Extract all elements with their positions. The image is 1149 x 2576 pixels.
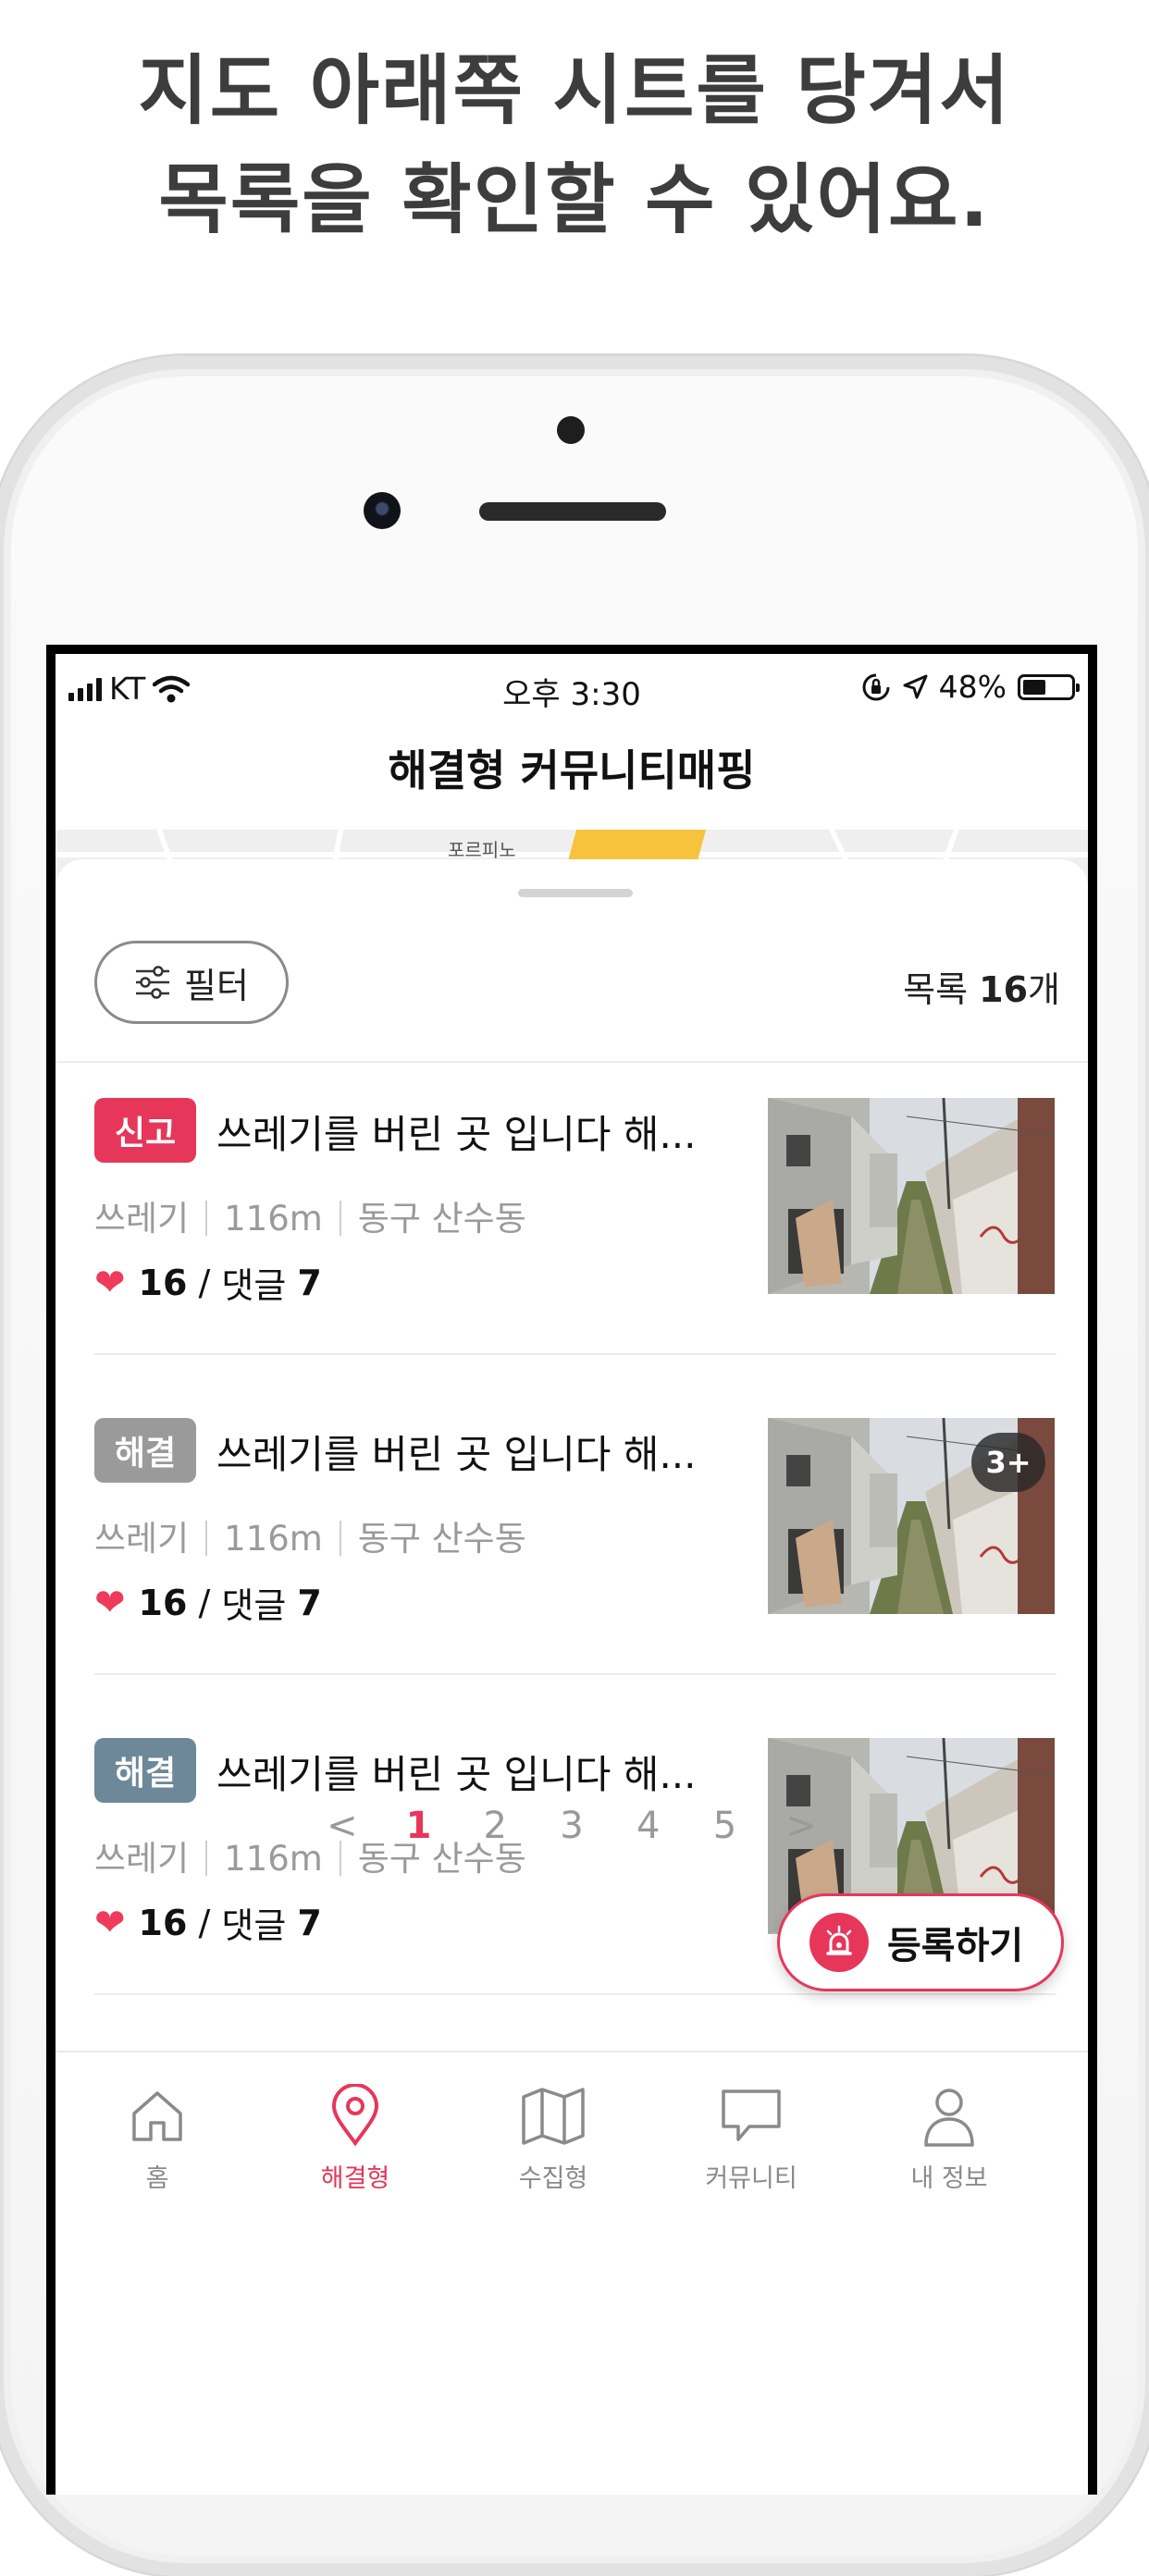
page-link[interactable]: 4 <box>616 1805 681 1847</box>
sheet-drag-handle[interactable] <box>518 889 633 897</box>
tab-my-info-label: 내 정보 <box>910 2164 988 2193</box>
pagination-next[interactable]: > <box>769 1805 834 1847</box>
item-likes: 16 <box>138 1582 188 1623</box>
item-divider <box>94 1673 1056 1675</box>
page-title: 해결형 커뮤니티매핑 <box>388 746 756 795</box>
item-stats: ❤ 16 / 댓글 7 <box>94 1897 322 1948</box>
item-likes: 16 <box>138 1902 188 1943</box>
item-distance: 116m <box>224 1199 323 1239</box>
app-screen: KT 오후 3:30 48% 해결형 커뮤니티매핑 포르피노 필터 목록 16개… <box>56 654 1088 2495</box>
item-photo[interactable]: 3+ <box>768 1418 1055 1614</box>
page-link[interactable]: 5 <box>692 1805 757 1847</box>
heart-icon: ❤ <box>94 1261 126 1304</box>
item-location: 동구 산수동 <box>357 1519 526 1559</box>
item-divider <box>94 1353 1056 1355</box>
item-comments: 7 <box>297 1582 322 1623</box>
item-title: 쓰레기를 버린 곳 입니다 해... <box>216 1752 697 1797</box>
tab-home[interactable]: 홈 <box>65 2075 250 2194</box>
tab-collection[interactable]: 수집형 <box>461 2075 646 2194</box>
item-title: 쓰레기를 버린 곳 입니다 해... <box>216 1112 697 1157</box>
item-stats: ❤ 16 / 댓글 7 <box>94 1577 322 1628</box>
tab-community-label: 커뮤니티 <box>705 2164 797 2193</box>
promo-headline: 지도 아래쪽 시트를 당겨서 목록을 확인할 수 있어요. <box>0 37 1149 255</box>
stats-separator: / <box>187 1582 222 1623</box>
item-title: 쓰레기를 버린 곳 입니다 해... <box>216 1432 697 1477</box>
item-stats: ❤ 16 / 댓글 7 <box>94 1257 322 1308</box>
map-icon <box>461 2075 646 2158</box>
meta-divider <box>339 1521 341 1556</box>
page-link[interactable]: 3 <box>539 1805 604 1847</box>
list-count: 목록 16개 <box>903 961 1060 1012</box>
page-link[interactable]: 2 <box>463 1805 527 1847</box>
item-photo[interactable] <box>768 1098 1055 1294</box>
more-photos-badge: 3+ <box>971 1433 1045 1492</box>
register-button[interactable]: 등록하기 <box>777 1893 1064 1991</box>
list-count-prefix: 목록 <box>903 969 969 1010</box>
headline-line-2: 목록을 확인할 수 있어요. <box>158 156 991 244</box>
status-badge: 해결 <box>94 1418 196 1483</box>
location-pin-icon <box>263 2075 448 2158</box>
bottom-tab-bar: 홈 해결형 수집형 커뮤니티 내 정보 <box>56 2051 1088 2219</box>
location-arrow-icon <box>903 674 928 698</box>
filter-label: 필터 <box>184 965 249 1006</box>
status-bar: KT 오후 3:30 48% <box>56 654 1088 719</box>
list-count-suffix: 개 <box>1028 969 1060 1010</box>
tab-community[interactable]: 커뮤니티 <box>659 2075 844 2194</box>
tab-solution[interactable]: 해결형 <box>263 2075 448 2194</box>
list-item[interactable]: 해결 쓰레기를 버린 곳 입니다 해... 쓰레기 116m 동구 산수동 ❤ 16… <box>94 1418 1056 1723</box>
pagination: < 1 2 3 4 5 > <box>56 1805 1088 1847</box>
item-comments: 7 <box>297 1902 322 1943</box>
rotation-lock-icon <box>862 673 890 700</box>
item-meta: 쓰레기 116m 동구 산수동 <box>94 1190 526 1240</box>
list-item[interactable]: 신고 쓰레기를 버린 곳 입니다 해... 쓰레기 116m 동구 산수동 ❤ 16… <box>94 1098 1056 1403</box>
list-header-divider <box>56 1061 1088 1063</box>
status-badge: 해결 <box>94 1738 196 1803</box>
register-label: 등록하기 <box>887 1925 1024 1967</box>
tab-my-info[interactable]: 내 정보 <box>857 2075 1042 2194</box>
item-comments: 7 <box>297 1262 322 1303</box>
list-count-value: 16 <box>979 969 1029 1010</box>
headline-line-1: 지도 아래쪽 시트를 당겨서 <box>138 47 1011 135</box>
list-bottom-sheet[interactable]: 필터 목록 16개 신고 쓰레기를 버린 곳 입니다 해... 쓰레기 116m 동… <box>56 859 1088 2495</box>
item-location: 동구 산수동 <box>357 1199 526 1239</box>
battery-percent: 48% <box>938 669 1007 705</box>
status-badge: 신고 <box>94 1098 196 1163</box>
tab-solution-label: 해결형 <box>320 2164 390 2193</box>
item-comments-label: 댓글 <box>221 1265 287 1306</box>
stats-separator: / <box>187 1902 222 1943</box>
meta-divider <box>339 1201 341 1236</box>
filter-sliders-icon <box>136 966 170 999</box>
chat-bubble-icon <box>659 2075 844 2158</box>
page-link[interactable]: 1 <box>387 1805 451 1847</box>
battery-icon <box>1018 673 1080 700</box>
filter-button[interactable]: 필터 <box>94 941 289 1024</box>
earpiece-speaker <box>479 502 666 521</box>
proximity-sensor <box>557 416 585 444</box>
item-distance: 116m <box>224 1519 323 1559</box>
meta-divider <box>205 1201 208 1236</box>
pagination-prev[interactable]: < <box>310 1805 375 1847</box>
list-item[interactable]: 해결 쓰레기를 버린 곳 입니다 해... 쓰레기 116m 동구 산수동 ❤ 16… <box>94 1738 1056 2043</box>
front-camera <box>364 492 401 529</box>
user-icon <box>857 2075 1042 2158</box>
item-divider <box>94 1993 1056 1995</box>
item-meta: 쓰레기 116m 동구 산수동 <box>94 1510 526 1560</box>
stats-separator: / <box>187 1262 222 1303</box>
item-category: 쓰레기 <box>94 1519 190 1559</box>
heart-icon: ❤ <box>94 1901 126 1944</box>
item-comments-label: 댓글 <box>221 1905 287 1946</box>
heart-icon: ❤ <box>94 1581 126 1624</box>
status-right: 48% <box>861 669 1080 705</box>
item-likes: 16 <box>138 1262 188 1303</box>
item-category: 쓰레기 <box>94 1199 190 1239</box>
tab-home-label: 홈 <box>145 2164 169 2193</box>
tab-collection-label: 수집형 <box>518 2164 588 2193</box>
item-comments-label: 댓글 <box>221 1585 287 1626</box>
home-icon <box>65 2075 250 2158</box>
phone-screen: KT 오후 3:30 48% 해결형 커뮤니티매핑 포르피노 필터 목록 16개… <box>46 645 1097 2495</box>
siren-icon <box>809 1913 869 1972</box>
map-place-label: 포르피노 <box>448 839 516 861</box>
meta-divider <box>205 1521 208 1556</box>
